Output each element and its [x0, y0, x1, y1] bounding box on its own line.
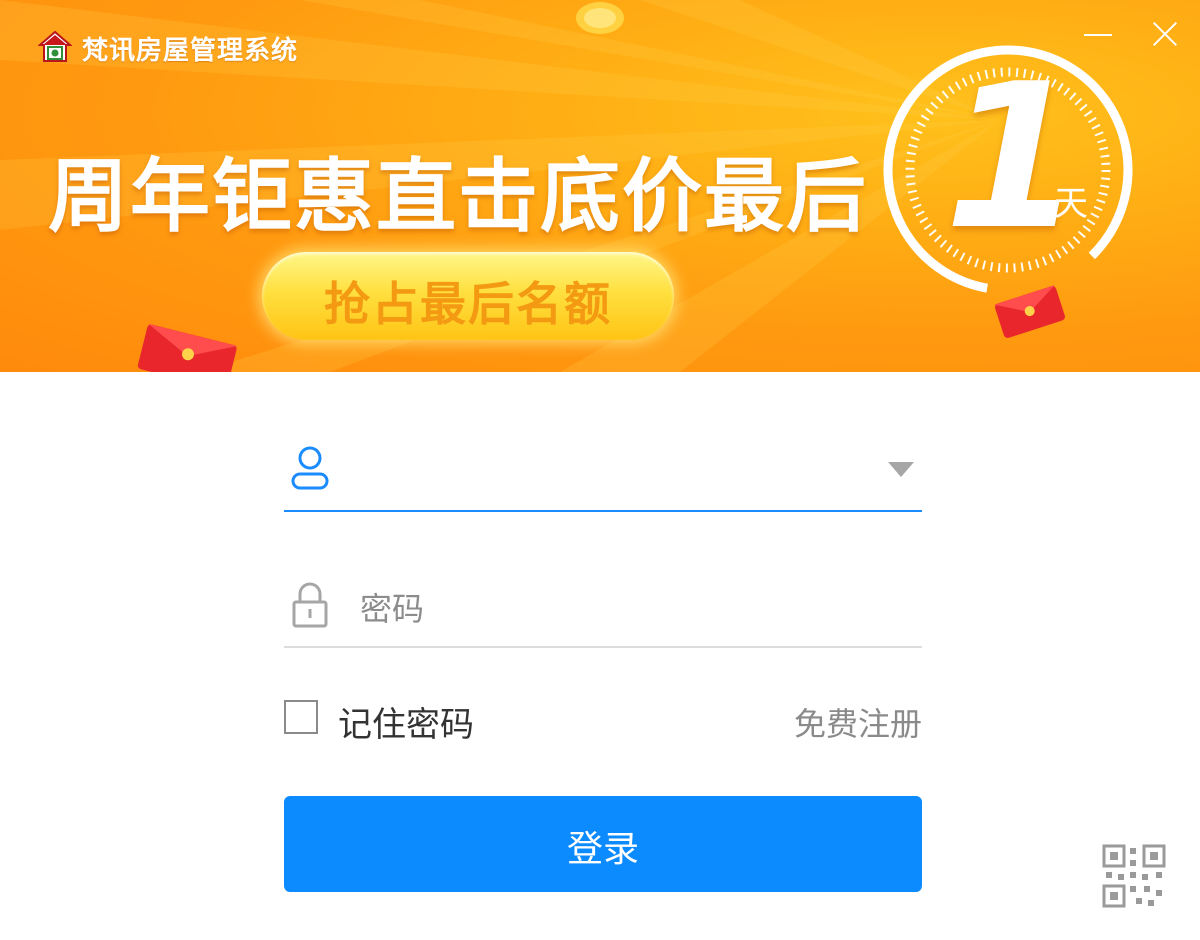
username-field[interactable]	[284, 430, 922, 512]
qr-code-icon[interactable]	[1102, 844, 1166, 908]
house-logo-icon	[38, 30, 72, 62]
app-title: 梵讯房屋管理系统	[82, 36, 299, 66]
gold-coin-decoration	[576, 2, 624, 34]
username-input[interactable]	[358, 444, 842, 494]
remember-password-label[interactable]: 记住密码	[338, 697, 474, 746]
password-input[interactable]	[358, 584, 842, 634]
register-link[interactable]: 免费注册	[794, 699, 922, 745]
remember-password-checkbox[interactable]	[284, 700, 318, 734]
promo-headline: 周年钜惠直击底价最后	[48, 150, 868, 243]
countdown-unit: 天	[1054, 184, 1088, 224]
password-field[interactable]	[284, 570, 922, 648]
promo-banner[interactable]: 梵讯房屋管理系统 周年钜惠直击底价最后 1 天 抢占最后名额	[0, 0, 1200, 372]
red-envelope-decoration	[137, 324, 238, 372]
chevron-down-icon[interactable]	[888, 462, 914, 477]
user-icon	[291, 446, 329, 490]
login-button-label: 登录	[566, 829, 639, 870]
countdown-number: 1	[944, 41, 1084, 274]
red-envelope-decoration-2	[994, 284, 1065, 338]
close-button[interactable]	[1144, 14, 1188, 54]
grab-spot-button[interactable]: 抢占最后名额	[262, 252, 674, 340]
grab-spot-label: 抢占最后名额	[324, 277, 612, 331]
lock-icon	[292, 582, 328, 628]
login-button[interactable]: 登录	[284, 796, 922, 892]
